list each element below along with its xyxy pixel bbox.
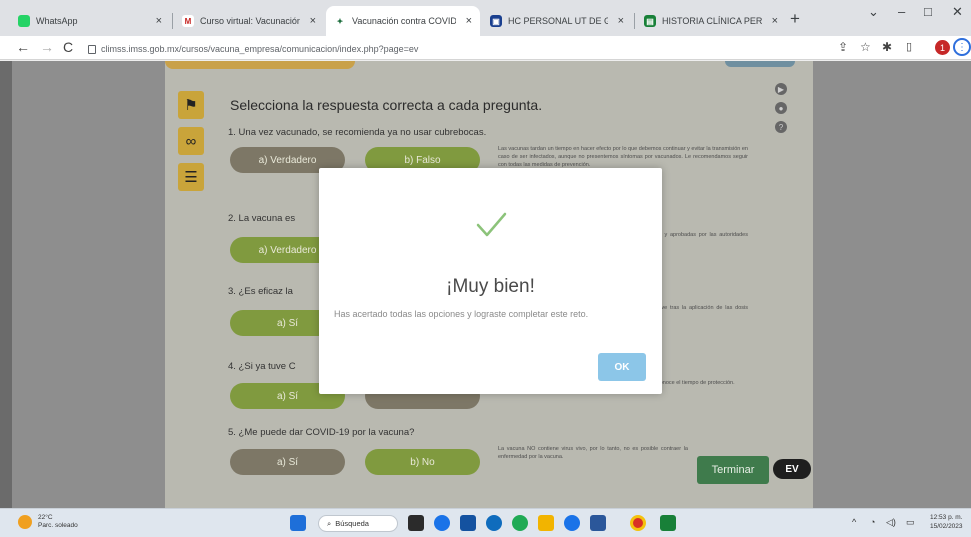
chat-icon[interactable] — [434, 515, 450, 531]
windows-taskbar: 22°C Parc. soleado ⌕ Búsqueda ^ ◔ ◁) ▭ 1… — [0, 508, 971, 537]
app-icon[interactable] — [564, 515, 580, 531]
edge-icon[interactable] — [486, 515, 502, 531]
close-window-icon[interactable]: ✕ — [952, 4, 963, 20]
ev-badge[interactable]: EV — [773, 459, 811, 479]
q5-explanation: La vacuna NO contiene virus vivo, por lo… — [498, 446, 688, 460]
question-2: 2. La vacuna es — [228, 213, 296, 224]
clock[interactable]: 12:53 p. m. 15/02/2023 — [930, 513, 963, 531]
url-text: climss.imss.gob.mx/cursos/vacuna_empresa… — [101, 43, 419, 54]
tray-chevron-icon[interactable]: ^ — [852, 517, 856, 527]
q1-explanation: Las vacunas tardan un tiempo en hacer ef… — [498, 146, 748, 168]
sheets-icon: ▤ — [644, 15, 656, 27]
browser-toolbar: ← → C climss.imss.gob.mx/cursos/vacuna_e… — [0, 36, 971, 60]
profile-avatar[interactable]: 1 — [935, 40, 950, 55]
minimize-icon[interactable]: – — [898, 4, 905, 19]
tab-vacunacion-covid[interactable]: ✦ Vacunación contra COVID- × — [326, 6, 480, 36]
weather-temp: 22°C — [38, 514, 53, 521]
tab-search-chevron-icon[interactable]: ⌄ — [868, 4, 879, 20]
start-icon[interactable] — [290, 515, 306, 531]
volume-icon[interactable]: ◁) — [886, 517, 896, 528]
question-3: 3. ¿Es eficaz la — [228, 286, 293, 297]
spotify-icon[interactable] — [512, 515, 528, 531]
search-icon: ⌕ — [327, 518, 332, 528]
tab-historia-clinica[interactable]: ▤ HISTORIA CLÍNICA PERSON × — [636, 6, 786, 36]
right-nav-dots: ▶ ● ? — [775, 83, 787, 140]
tab-label: Curso virtual: Vacunación co — [200, 16, 300, 26]
imss-icon: ✦ — [334, 15, 346, 27]
excel-icon[interactable] — [660, 515, 676, 531]
info-icon[interactable]: ● — [775, 102, 787, 114]
extensions-icon[interactable]: ✱ — [882, 40, 892, 54]
browser-tab-strip: WhatsApp × M Curso virtual: Vacunación c… — [0, 0, 971, 36]
side-panel-icon[interactable]: ▯ — [906, 40, 912, 53]
close-tab-icon[interactable]: × — [772, 15, 778, 27]
tab-label: Vacunación contra COVID- — [352, 16, 456, 26]
tab-hc-personal[interactable]: ▣ HC PERSONAL UT DE GRIP × — [482, 6, 632, 36]
q5-option-b[interactable]: b) No — [365, 449, 480, 475]
document-icon: ▣ — [490, 15, 502, 27]
outlook-icon[interactable] — [590, 515, 606, 531]
tab-whatsapp[interactable]: WhatsApp × — [10, 6, 170, 36]
clock-date: 15/02/2023 — [930, 523, 963, 530]
weather-sun-icon — [18, 515, 32, 529]
wifi-icon[interactable]: ◔ — [870, 517, 875, 527]
forward-icon[interactable]: → — [40, 39, 54, 55]
close-tab-icon[interactable]: × — [618, 15, 624, 27]
share-icon[interactable]: ⇪ — [838, 40, 848, 54]
flag-icon[interactable]: ⚑ — [178, 91, 204, 119]
chrome-icon[interactable] — [630, 515, 646, 531]
terminar-button[interactable]: Terminar — [697, 456, 769, 484]
back-icon[interactable]: ← — [16, 39, 30, 55]
close-tab-icon[interactable]: × — [156, 15, 162, 27]
success-modal: ¡Muy bien! Has acertado todas las opcion… — [319, 168, 662, 394]
task-view-icon[interactable] — [408, 515, 424, 531]
help-icon[interactable]: ? — [775, 121, 787, 133]
tab-label: HC PERSONAL UT DE GRIP — [508, 16, 608, 26]
top-tab-2 — [725, 61, 795, 67]
taskbar-search[interactable]: ⌕ Búsqueda — [318, 515, 398, 532]
checkmark-icon — [476, 212, 507, 237]
bookmark-star-icon[interactable]: ☆ — [860, 40, 871, 54]
top-tab — [165, 61, 355, 69]
question-1: 1. Una vez vacunado, se recomienda ya no… — [228, 127, 487, 138]
file-explorer-icon[interactable] — [538, 515, 554, 531]
tab-label: HISTORIA CLÍNICA PERSON — [662, 16, 762, 26]
address-bar[interactable]: climss.imss.gob.mx/cursos/vacuna_empresa… — [88, 40, 838, 57]
binoculars-icon[interactable]: ∞ — [178, 127, 204, 155]
modal-title: ¡Muy bien! — [446, 276, 535, 297]
maximize-icon[interactable]: □ — [924, 4, 932, 19]
reload-icon[interactable]: C — [63, 39, 73, 55]
clock-time: 12:53 p. m. — [930, 514, 963, 521]
next-icon[interactable]: ▶ — [775, 83, 787, 95]
lock-icon — [88, 45, 96, 54]
question-4: 4. ¿Si ya tuve C — [228, 361, 296, 372]
q5-option-a[interactable]: a) Sí — [230, 449, 345, 475]
question-5: 5. ¿Me puede dar COVID-19 por la vacuna? — [228, 427, 415, 438]
weather-widget[interactable]: 22°C Parc. soleado — [18, 514, 78, 530]
close-tab-icon[interactable]: × — [466, 15, 472, 27]
chrome-menu-icon[interactable]: ⋮ — [953, 38, 971, 56]
tab-curso-virtual[interactable]: M Curso virtual: Vacunación co × — [174, 6, 324, 36]
search-label: Búsqueda — [335, 519, 369, 528]
quiz-title: Selecciona la respuesta correcta a cada … — [230, 97, 543, 113]
tab-label: WhatsApp — [36, 16, 78, 26]
gmail-icon: M — [182, 15, 194, 27]
close-tab-icon[interactable]: × — [310, 15, 316, 27]
modal-message: Has acertado todas las opciones y logras… — [334, 309, 589, 319]
battery-icon[interactable]: ▭ — [906, 517, 915, 528]
ok-button[interactable]: OK — [598, 353, 646, 381]
whatsapp-icon — [18, 15, 30, 27]
weather-desc: Parc. soleado — [38, 522, 78, 529]
store-icon[interactable] — [460, 515, 476, 531]
list-icon[interactable]: ☰ — [178, 163, 204, 191]
new-tab-button[interactable]: + — [790, 9, 800, 29]
side-icons: ⚑ ∞ ☰ — [178, 91, 204, 199]
